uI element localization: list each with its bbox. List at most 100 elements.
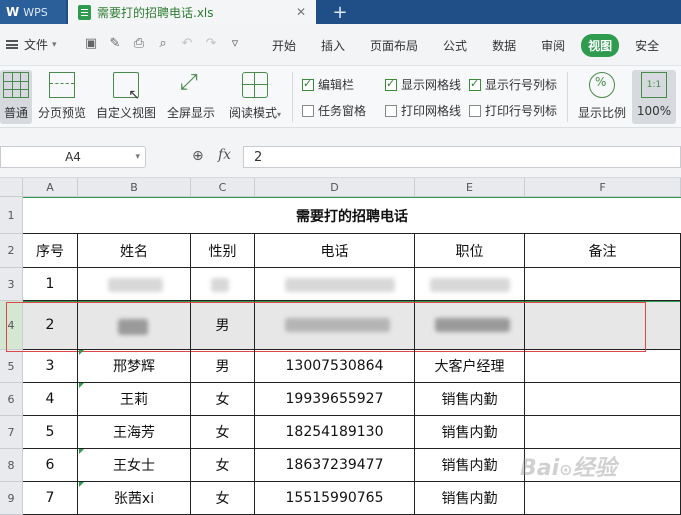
page-break-preview-button[interactable]: 分页预览 xyxy=(36,70,88,124)
table-cell[interactable]: 销售内勤 xyxy=(415,482,525,515)
table-cell[interactable]: 7 xyxy=(23,482,78,515)
table-cell[interactable] xyxy=(525,350,681,383)
file-menu-button[interactable]: 文件 ▾ xyxy=(6,36,57,53)
zoom-lookup-icon[interactable]: ⊕ xyxy=(192,148,204,164)
function-icon[interactable]: fx xyxy=(218,147,231,163)
new-tab-button[interactable]: + xyxy=(326,0,354,24)
customize-toolbar-icon[interactable]: ▿ xyxy=(228,36,242,51)
table-cell[interactable]: 销售内勤 xyxy=(415,449,525,482)
task-pane-toggle[interactable]: 任务窗格 xyxy=(302,102,366,119)
tab-view[interactable]: 视图 xyxy=(581,34,620,57)
formula-bar-toggle[interactable]: 编辑栏 xyxy=(302,76,354,93)
undo-icon[interactable]: ↶ xyxy=(180,36,194,51)
print-preview-icon[interactable]: ⌕ xyxy=(156,36,170,51)
format-painter-icon[interactable]: ✎ xyxy=(108,36,122,51)
table-cell[interactable]: 张茜xi xyxy=(78,482,191,515)
table-cell[interactable] xyxy=(78,268,191,301)
table-cell[interactable] xyxy=(525,383,681,416)
table-cell[interactable] xyxy=(525,416,681,449)
table-cell[interactable] xyxy=(255,268,415,301)
table-cell[interactable]: 18254189130 xyxy=(255,416,415,449)
table-cell[interactable]: 1 xyxy=(23,268,78,301)
row-header-5[interactable]: 5 xyxy=(0,350,23,383)
task-pane-checkbox[interactable] xyxy=(302,104,314,117)
close-tab-icon[interactable]: ✕ xyxy=(296,5,306,19)
table-cell[interactable]: 王海芳 xyxy=(78,416,191,449)
table-cell[interactable]: 女 xyxy=(191,383,255,416)
tab-review[interactable]: 审阅 xyxy=(532,34,574,57)
row-header-6[interactable]: 6 xyxy=(0,383,23,416)
row-header-3[interactable]: 3 xyxy=(0,268,23,301)
row-header-1[interactable]: 1 xyxy=(0,197,23,234)
table-cell[interactable]: 18637239477 xyxy=(255,449,415,482)
header-cell-phone[interactable]: 电话 xyxy=(255,234,415,268)
table-cell[interactable] xyxy=(415,268,525,301)
column-header-b[interactable]: B xyxy=(78,178,191,197)
row-header-9[interactable]: 9 xyxy=(0,482,23,515)
select-all-corner[interactable] xyxy=(0,178,23,197)
fullscreen-button[interactable]: 全屏显示 xyxy=(164,70,218,124)
show-headers-checkbox[interactable] xyxy=(469,77,481,91)
header-cell-index[interactable]: 序号 xyxy=(23,234,78,268)
zoom-button[interactable]: 显示比例 xyxy=(574,70,630,124)
table-cell[interactable] xyxy=(525,268,681,301)
table-cell[interactable] xyxy=(525,482,681,515)
show-gridlines-toggle[interactable]: 显示网格线 xyxy=(385,76,461,93)
table-cell[interactable]: 3 xyxy=(23,350,78,383)
table-cell[interactable]: 大客户经理 xyxy=(415,350,525,383)
table-cell[interactable]: 女 xyxy=(191,416,255,449)
print-headers-checkbox[interactable] xyxy=(469,104,481,117)
print-gridlines-checkbox[interactable] xyxy=(385,104,397,117)
table-cell[interactable]: 4 xyxy=(23,383,78,416)
document-tab[interactable]: 需要打的招聘电话.xls ✕ xyxy=(68,0,316,24)
tab-page-layout[interactable]: 页面布局 xyxy=(361,34,427,57)
table-cell[interactable]: 13007530864 xyxy=(255,350,415,383)
table-cell[interactable]: 王女士 xyxy=(78,449,191,482)
tab-home[interactable]: 开始 xyxy=(263,34,305,57)
table-cell[interactable]: 王莉 xyxy=(78,383,191,416)
spreadsheet-grid[interactable]: A B C D E F 1 2 3 4 5 6 7 8 9 需要打的招聘电话 序… xyxy=(0,178,681,515)
tab-insert[interactable]: 插入 xyxy=(312,34,354,57)
row-header-7[interactable]: 7 xyxy=(0,416,23,449)
column-header-f[interactable]: F xyxy=(525,178,681,197)
tab-security[interactable]: 安全 xyxy=(626,34,668,57)
wps-home-tab[interactable]: W WPS xyxy=(0,0,66,24)
sheet-title-cell[interactable]: 需要打的招聘电话 xyxy=(23,197,681,234)
header-cell-gender[interactable]: 性别 xyxy=(191,234,255,268)
table-cell[interactable]: 男 xyxy=(191,350,255,383)
column-header-c[interactable]: C xyxy=(191,178,255,197)
custom-view-button[interactable]: 自定义视图 xyxy=(94,70,158,124)
tab-formulas[interactable]: 公式 xyxy=(434,34,476,57)
table-cell[interactable]: 销售内勤 xyxy=(415,416,525,449)
chevron-down-icon[interactable]: ▾ xyxy=(135,152,140,162)
table-cell[interactable]: 销售内勤 xyxy=(415,383,525,416)
table-cell[interactable]: 女 xyxy=(191,482,255,515)
formula-bar-checkbox[interactable] xyxy=(302,77,314,91)
column-header-a[interactable]: A xyxy=(23,178,78,197)
table-cell[interactable]: 女 xyxy=(191,449,255,482)
show-gridlines-checkbox[interactable] xyxy=(385,77,397,91)
normal-view-button[interactable]: 普通 xyxy=(0,70,32,124)
redo-icon[interactable]: ↷ xyxy=(204,36,218,51)
zoom-100-button[interactable]: 1:1 100% xyxy=(632,70,676,124)
header-cell-position[interactable]: 职位 xyxy=(415,234,525,268)
print-gridlines-toggle[interactable]: 打印网格线 xyxy=(385,102,461,119)
header-cell-name[interactable]: 姓名 xyxy=(78,234,191,268)
table-cell[interactable]: 5 xyxy=(23,416,78,449)
table-cell[interactable]: 邢梦辉 xyxy=(78,350,191,383)
table-cell[interactable]: 19939655927 xyxy=(255,383,415,416)
formula-input[interactable]: 2 xyxy=(243,146,681,168)
name-box[interactable]: A4 ▾ xyxy=(0,146,146,168)
row-header-8[interactable]: 8 xyxy=(0,449,23,482)
print-icon[interactable]: ⎙ xyxy=(132,36,146,51)
table-cell[interactable] xyxy=(191,268,255,301)
header-cell-notes[interactable]: 备注 xyxy=(525,234,681,268)
save-icon[interactable]: ▣ xyxy=(84,36,98,51)
table-cell[interactable]: 6 xyxy=(23,449,78,482)
reading-mode-button[interactable]: 阅读模式▾ xyxy=(224,70,286,124)
tab-data[interactable]: 数据 xyxy=(483,34,525,57)
row-header-2[interactable]: 2 xyxy=(0,234,23,268)
column-header-d[interactable]: D xyxy=(255,178,415,197)
table-cell[interactable]: 15515990765 xyxy=(255,482,415,515)
column-header-e[interactable]: E xyxy=(415,178,525,197)
